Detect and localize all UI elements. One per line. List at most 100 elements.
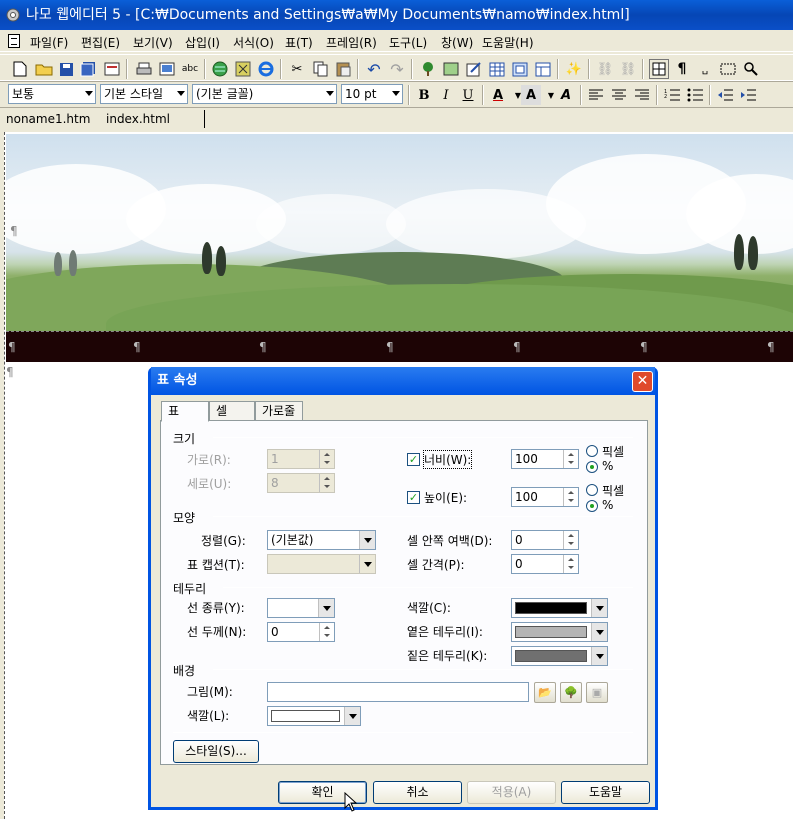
cell-padding-field[interactable]: 0 (511, 530, 579, 550)
border-color-picker[interactable] (511, 598, 608, 618)
tab-panel (160, 420, 648, 765)
menu-window[interactable]: 창(W) (441, 34, 473, 51)
paragraph-mark: ¶ (259, 340, 267, 354)
undo-icon[interactable]: ↶ (364, 59, 384, 79)
document-menu-icon[interactable] (8, 34, 20, 48)
paragraph-marks-icon[interactable]: ¶ (672, 59, 692, 79)
font-color-button[interactable]: A (488, 85, 508, 105)
cell-spacing-field[interactable]: 0 (511, 554, 579, 574)
border-thickness-field[interactable]: 0 (267, 622, 335, 642)
copy-icon[interactable] (310, 59, 330, 79)
color-swatch (271, 710, 340, 722)
grid-toggle-icon[interactable] (649, 59, 669, 79)
base-style-select[interactable]: 기본 스타일 (100, 84, 188, 104)
width-percent-radio[interactable] (586, 461, 598, 473)
menu-tools[interactable]: 도구(L) (389, 34, 427, 51)
border-group-label: 테두리 (173, 582, 207, 596)
font-select[interactable]: (기본 글꼴) (192, 84, 337, 104)
bullet-list-icon[interactable] (685, 85, 705, 105)
font-size-select[interactable]: 10 pt (341, 84, 403, 104)
paragraph-mark: ¶ (6, 365, 14, 379)
zoom-icon[interactable] (741, 59, 761, 79)
bold-button[interactable]: B (414, 85, 434, 105)
height-pixel-radio[interactable] (586, 484, 598, 496)
height-percent-radio[interactable] (586, 500, 598, 512)
menu-insert[interactable]: 삽입(I) (185, 34, 220, 51)
apply-button[interactable]: 적용(A) (467, 781, 556, 804)
align-right-icon[interactable] (632, 85, 652, 105)
align-left-icon[interactable] (586, 85, 606, 105)
indent-icon[interactable] (738, 85, 758, 105)
help-button[interactable]: 도움말 (561, 781, 650, 804)
outdent-icon[interactable] (715, 85, 735, 105)
new-document-icon[interactable] (10, 59, 30, 79)
table-row-dark[interactable] (6, 331, 793, 362)
width-checkbox[interactable]: ✓ (407, 453, 420, 466)
background-image-field[interactable] (267, 682, 529, 702)
menu-help[interactable]: 도움말(H) (482, 34, 534, 51)
table-icon[interactable] (487, 59, 507, 79)
highlight-color-icon[interactable]: A (521, 85, 541, 105)
style-button[interactable]: 스타일(S)... (173, 740, 259, 763)
menu-file[interactable]: 파일(F) (30, 34, 68, 51)
save-icon[interactable] (56, 59, 76, 79)
align-center-icon[interactable] (609, 85, 629, 105)
spell-check-icon[interactable]: abc (180, 59, 200, 79)
menu-view[interactable]: 보기(V) (133, 34, 173, 51)
globe-icon[interactable] (210, 59, 230, 79)
browse-folder-icon[interactable]: 📂 (534, 682, 556, 703)
magic-wand-icon[interactable]: ✨ (564, 59, 584, 79)
internet-explorer-icon[interactable] (256, 59, 276, 79)
site-map-icon[interactable] (233, 59, 253, 79)
layer-icon[interactable] (510, 59, 530, 79)
italic-button[interactable]: I (436, 85, 456, 105)
underline-button[interactable]: U (458, 85, 478, 105)
dark-border-color-picker[interactable] (511, 646, 608, 666)
width-field[interactable]: 100 (511, 449, 579, 469)
form-icon[interactable] (464, 59, 484, 79)
columns-field[interactable]: 1 (267, 449, 335, 469)
close-icon[interactable]: ✕ (632, 371, 653, 392)
tab-row[interactable]: 가로줄 (255, 401, 303, 421)
cancel-button[interactable]: 취소 (373, 781, 462, 804)
line-break-icon[interactable]: ␣ (695, 59, 715, 79)
clip-art-icon[interactable]: 🌳 (560, 682, 582, 703)
background-color-picker[interactable] (267, 706, 361, 726)
unlink-icon[interactable]: ⛓ (618, 59, 638, 79)
cut-icon[interactable]: ✂ (287, 59, 307, 79)
tab-noname1[interactable]: noname1.htm (6, 112, 90, 126)
link-icon[interactable]: ⛓ (595, 59, 615, 79)
print-icon[interactable] (134, 59, 154, 79)
menu-edit[interactable]: 편집(E) (81, 34, 120, 51)
paragraph-style-select[interactable]: 보통 (8, 84, 96, 104)
dashed-border-icon[interactable] (718, 59, 738, 79)
height-field[interactable]: 100 (511, 487, 579, 507)
rows-field[interactable]: 8 (267, 473, 335, 493)
clear-format-icon[interactable]: A (556, 85, 576, 105)
frame-icon[interactable] (533, 59, 553, 79)
numbered-list-icon[interactable]: 12 (662, 85, 682, 105)
preview-icon[interactable] (157, 59, 177, 79)
caption-select[interactable] (267, 554, 376, 574)
image-edit-icon[interactable]: ▣ (586, 682, 608, 703)
menu-table[interactable]: 표(T) (285, 34, 313, 51)
height-checkbox[interactable]: ✓ (407, 491, 420, 504)
menu-format[interactable]: 서식(O) (233, 34, 274, 51)
tab-index[interactable]: index.html (106, 112, 170, 126)
border-type-select[interactable] (267, 598, 335, 618)
toolbar-separator (580, 85, 582, 105)
open-folder-icon[interactable] (34, 59, 54, 79)
redo-icon[interactable]: ↷ (387, 59, 407, 79)
light-border-color-picker[interactable] (511, 622, 608, 642)
toolbar-separator (709, 85, 711, 105)
publish-icon[interactable] (102, 59, 122, 79)
tab-cell[interactable]: 셀 (209, 401, 255, 421)
tab-table[interactable]: 표 (161, 401, 209, 422)
width-pixel-radio[interactable] (586, 445, 598, 457)
menu-frame[interactable]: 프레임(R) (326, 34, 377, 51)
tree-icon[interactable] (418, 59, 438, 79)
paste-icon[interactable] (333, 59, 353, 79)
align-select[interactable]: (기본값) (267, 530, 376, 550)
save-all-icon[interactable] (78, 59, 98, 79)
image-icon[interactable] (441, 59, 461, 79)
